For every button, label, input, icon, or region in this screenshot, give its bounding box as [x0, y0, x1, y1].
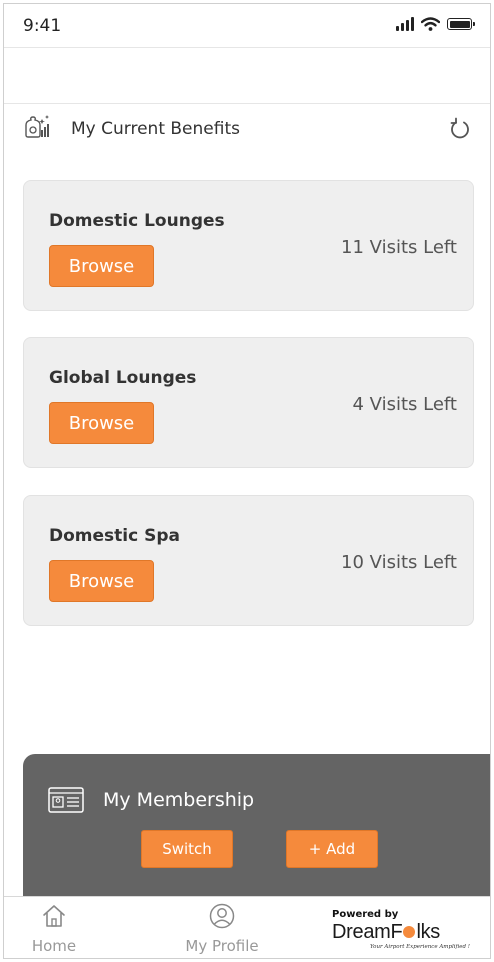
- wifi-icon: [421, 17, 440, 31]
- visits-left: 4 Visits Left: [352, 394, 458, 415]
- brand-tagline: Your Airport Experience Amplified !: [370, 944, 470, 950]
- profile-icon: [209, 903, 235, 929]
- battery-icon: [447, 18, 475, 30]
- nav-profile-label: My Profile: [185, 937, 259, 955]
- bottom-nav: Home My Profile Powered by DreamF lks You…: [4, 896, 490, 958]
- app-screen: 9:41 My Current Benefits Domestic Lounge…: [3, 3, 491, 959]
- add-button[interactable]: + Add: [286, 830, 378, 868]
- status-bar: 9:41: [4, 4, 490, 48]
- visits-left: 11 Visits Left: [341, 237, 457, 258]
- brand-o-dot: [403, 926, 416, 938]
- status-time: 9:41: [23, 16, 62, 36]
- benefits-title: My Current Benefits: [71, 119, 240, 139]
- benefit-title: Domestic Spa: [49, 526, 180, 546]
- membership-card-icon: [48, 787, 84, 813]
- status-icons: [396, 17, 475, 31]
- browse-button[interactable]: Browse: [49, 245, 154, 287]
- signal-icon: [396, 17, 414, 31]
- top-app-bar: [4, 48, 490, 104]
- home-icon: [43, 905, 65, 927]
- benefits-header: My Current Benefits: [4, 105, 490, 153]
- nav-home-label: Home: [31, 937, 77, 955]
- dreamfolks-logo: Powered by DreamF lks Your Airport Experi…: [332, 909, 472, 950]
- benefit-title: Domestic Lounges: [49, 211, 225, 231]
- membership-title: My Membership: [103, 789, 255, 811]
- brand-name-part1: DreamF: [332, 921, 403, 943]
- refresh-icon[interactable]: [448, 117, 472, 141]
- brand-name: DreamF lks: [332, 921, 472, 943]
- visits-left: 10 Visits Left: [341, 552, 457, 573]
- benefit-card-domestic-lounges: Domestic Lounges Browse 11 Visits Left: [23, 180, 474, 311]
- benefit-title: Global Lounges: [49, 368, 197, 388]
- benefit-card-global-lounges: Global Lounges Browse 4 Visits Left: [23, 337, 474, 468]
- nav-profile[interactable]: My Profile: [184, 903, 260, 955]
- powered-by-text: Powered by: [332, 909, 399, 920]
- browse-button[interactable]: Browse: [49, 402, 154, 444]
- benefit-card-domestic-spa: Domestic Spa Browse 10 Visits Left: [23, 495, 474, 626]
- benefits-icon: [25, 115, 49, 138]
- membership-panel: My Membership Switch + Add: [23, 754, 490, 896]
- brand-name-part2: lks: [416, 921, 440, 943]
- nav-home[interactable]: Home: [28, 903, 80, 955]
- switch-button[interactable]: Switch: [141, 830, 233, 868]
- browse-button[interactable]: Browse: [49, 560, 154, 602]
